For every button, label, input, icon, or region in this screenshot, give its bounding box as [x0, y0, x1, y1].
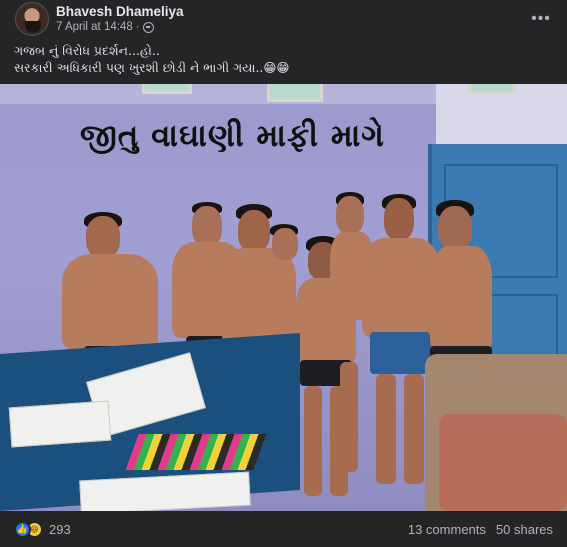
photo-wall-frame	[142, 84, 192, 94]
caption-line: ગજબ નું વિરોધ પ્રદર્શન...હો..	[14, 43, 160, 58]
photo-wall-frame	[468, 84, 516, 94]
comments-count[interactable]: 13 comments	[408, 522, 486, 537]
photo-color-board	[125, 434, 267, 470]
reaction-count[interactable]: 293	[49, 522, 71, 537]
post-footer: 👍 😆 293 13 comments 50 shares	[0, 511, 567, 547]
photo-paper	[8, 400, 112, 448]
author-name[interactable]: Bhavesh Dhameliya	[56, 4, 184, 19]
photo-wall-slogan: જીતુ વાઘાણી માફી માગે	[80, 118, 385, 154]
globe-icon	[142, 21, 154, 33]
author-avatar[interactable]	[15, 2, 49, 36]
post-timestamp[interactable]: 7 April at 14:48	[56, 21, 133, 33]
post-header: Bhavesh Dhameliya 7 April at 14:48 · •••	[0, 0, 567, 40]
more-options-button[interactable]: •••	[529, 7, 553, 31]
post-card: Bhavesh Dhameliya 7 April at 14:48 · •••…	[0, 0, 567, 547]
shares-count[interactable]: 50 shares	[496, 522, 553, 537]
post-photo[interactable]: જીતુ વાઘાણી માફી માગે	[0, 84, 567, 511]
post-stats: 13 comments 50 shares	[408, 522, 553, 537]
post-meta: 7 April at 14:48 ·	[56, 21, 154, 33]
reactions-summary[interactable]: 👍 😆 293	[14, 521, 71, 538]
meta-separator: ·	[135, 21, 140, 33]
caption-line: સરકારી અધિકારી પણ ખુરશી છોડી ને ભાગી ગયા…	[14, 60, 290, 75]
post-caption: ગજબ નું વિરોધ પ્રદર્શન...હો.. સરકારી અધિ…	[14, 42, 554, 76]
photo-sofa	[425, 354, 567, 511]
photo-wall-frame	[267, 84, 323, 102]
like-icon: 👍	[14, 521, 31, 538]
